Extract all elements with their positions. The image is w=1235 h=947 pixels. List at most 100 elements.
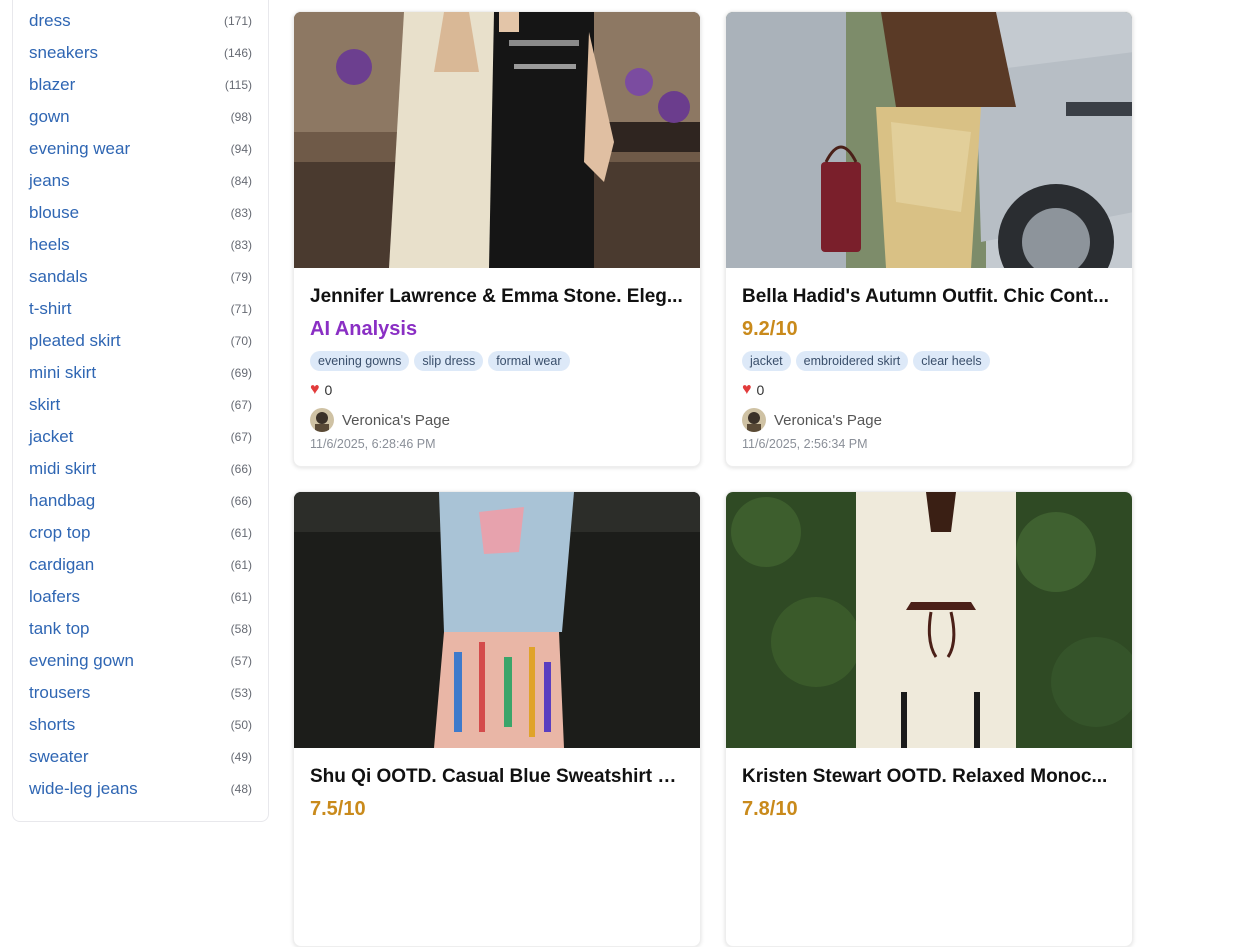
tag-item[interactable]: midi skirt (66) [29,453,252,485]
tag-name: midi skirt [29,459,97,478]
author-name: Veronica's Page [774,411,882,429]
tag-name: sweater [29,747,89,766]
tag-count: (83) [230,238,252,252]
tag-item[interactable]: crop top (61) [29,517,252,549]
author-info[interactable]: Veronica's Page [310,408,450,432]
post-card[interactable]: Shu Qi OOTD. Casual Blue Sweatshirt w...… [293,491,701,947]
tag-name: loafers [29,587,81,606]
tag-name: jeans [29,171,70,190]
heart-icon[interactable]: ♥ [310,382,320,398]
post-image[interactable] [726,12,1132,268]
tag-item[interactable]: blouse (83) [29,197,252,229]
tag-item[interactable]: handbag (66) [29,485,252,517]
tag-count: (61) [230,526,252,540]
tag-item[interactable]: dress (171) [29,5,252,37]
like-section[interactable]: ♥ 0 [310,382,333,399]
tag-name: crop top [29,523,91,542]
tag-count: (146) [223,46,252,60]
tag-count: (115) [224,78,252,92]
tag-item[interactable]: gown (98) [29,101,252,133]
post-card[interactable]: Kristen Stewart OOTD. Relaxed Monoc... 7… [725,491,1133,947]
tag-sidebar: dress (171) sneakers (146) blazer (115) gow… [12,0,269,822]
tag-count: (67) [230,430,252,444]
avatar [742,408,766,432]
timestamp: 11/6/2025, 2:56:34 PM [742,437,868,451]
tag-item[interactable]: sandals (79) [29,261,252,293]
tag-name: tank top [29,619,90,638]
tag-name: jacket [29,427,74,446]
post-card[interactable]: Jennifer Lawrence & Emma Stone. Eleg... … [293,11,701,467]
tag-item[interactable]: shorts (50) [29,709,252,741]
tag-item[interactable]: evening wear (94) [29,133,252,165]
tag-count: (53) [230,686,252,700]
timestamp: 11/6/2025, 6:28:46 PM [310,437,436,451]
score-label: 9.2/10 [742,318,798,340]
tag-name: mini skirt [29,363,97,382]
tag-count: (84) [230,174,252,188]
tag-count: (69) [230,366,252,380]
tag-item[interactable]: pleated skirt (70) [29,325,252,357]
tag-chip[interactable]: evening gowns [310,351,410,371]
like-count: 0 [324,382,333,398]
tag-chip[interactable]: jacket [742,351,791,371]
tag-name: sneakers [29,43,98,62]
tag-count: (79) [230,270,252,284]
tag-count: (70) [230,334,252,348]
tag-name: cardigan [29,555,95,574]
tag-item[interactable]: trousers (53) [29,677,252,709]
tag-item[interactable]: sneakers (146) [29,37,252,69]
author-info[interactable]: Veronica's Page [742,408,882,432]
post-title[interactable]: Kristen Stewart OOTD. Relaxed Monoc... [742,766,1118,788]
post-title[interactable]: Shu Qi OOTD. Casual Blue Sweatshirt w... [310,766,686,788]
score-label: 7.5/10 [310,798,366,820]
tag-chip[interactable]: formal wear [488,351,570,371]
tag-chip[interactable]: clear heels [913,351,990,371]
tag-name: trousers [29,683,91,702]
tag-item[interactable]: wide-leg jeans (48) [29,773,252,805]
heart-icon[interactable]: ♥ [742,382,752,398]
tag-item[interactable]: loafers (61) [29,581,252,613]
tag-item[interactable]: jacket (67) [29,421,252,453]
tag-name: handbag [29,491,96,510]
tag-count: (48) [230,782,252,796]
tag-count: (61) [230,590,252,604]
post-image[interactable] [726,492,1132,748]
tag-item[interactable]: blazer (115) [29,69,252,101]
score-label: 7.8/10 [742,798,798,820]
tag-count: (71) [230,302,252,316]
tag-count: (66) [230,494,252,508]
tag-list: jacket embroidered skirt clear heels [742,351,990,371]
post-image[interactable] [294,12,700,268]
post-card[interactable]: Bella Hadid's Autumn Outfit. Chic Cont..… [725,11,1133,467]
tag-item[interactable]: jeans (84) [29,165,252,197]
post-image[interactable] [294,492,700,748]
tag-item[interactable]: cardigan (61) [29,549,252,581]
tag-count: (66) [230,462,252,476]
tag-item[interactable]: tank top (58) [29,613,252,645]
ai-analysis-label: AI Analysis [310,318,418,340]
avatar [310,408,334,432]
tag-count: (171) [223,14,252,28]
tag-chip[interactable]: embroidered skirt [795,351,909,371]
like-count: 0 [756,382,765,398]
tag-name: pleated skirt [29,331,121,350]
tag-list: evening gowns slip dress formal wear [310,351,570,371]
tag-chip[interactable]: slip dress [414,351,484,371]
tag-count: (58) [230,622,252,636]
tag-item[interactable]: sweater (49) [29,741,252,773]
like-section[interactable]: ♥ 0 [742,382,765,399]
author-name: Veronica's Page [342,411,450,429]
tag-count: (50) [230,718,252,732]
post-title[interactable]: Bella Hadid's Autumn Outfit. Chic Cont..… [742,286,1118,308]
post-title[interactable]: Jennifer Lawrence & Emma Stone. Eleg... [310,286,686,308]
tag-name: t-shirt [29,299,72,318]
tag-item[interactable]: t-shirt (71) [29,293,252,325]
tag-name: sandals [29,267,88,286]
tag-item[interactable]: evening gown (57) [29,645,252,677]
tag-count: (57) [230,654,252,668]
tag-item[interactable]: mini skirt (69) [29,357,252,389]
tag-name: shorts [29,715,76,734]
tag-name: wide-leg jeans [29,779,138,798]
tag-item[interactable]: heels (83) [29,229,252,261]
tag-item[interactable]: skirt (67) [29,389,252,421]
